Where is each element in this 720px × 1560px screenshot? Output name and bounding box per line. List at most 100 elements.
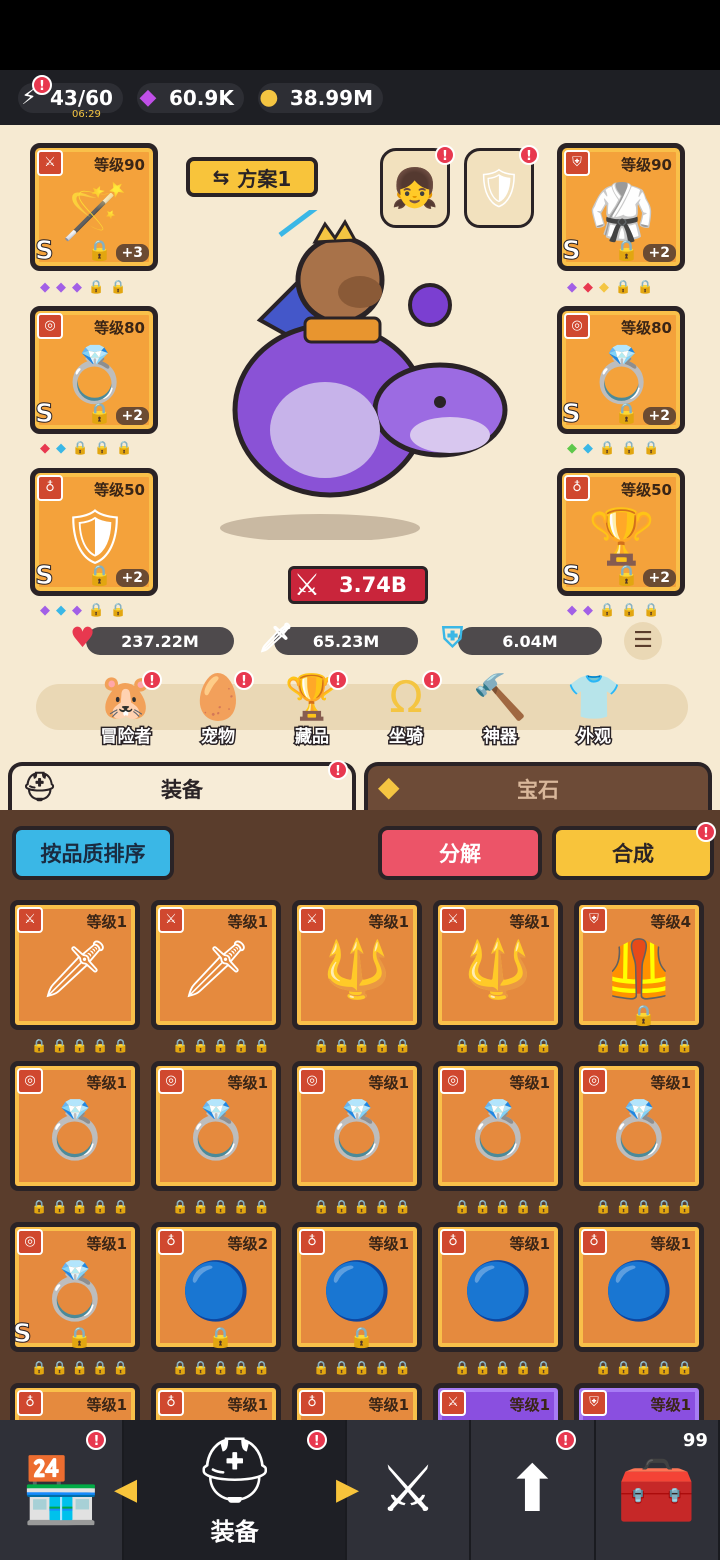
inventory-item[interactable]: ◎ 等级1 💍 🔒 🔒 🔒 🔒 🔒: [10, 1061, 140, 1215]
notification-badge-icon: !: [696, 822, 716, 842]
inventory-item[interactable]: ◎ 等级1 💍 🔒 🔒 🔒 🔒 🔒: [292, 1061, 422, 1215]
nav-battle[interactable]: ⚔: [347, 1420, 472, 1560]
chevron-right-icon[interactable]: ▶: [336, 1472, 360, 1508]
inventory-item[interactable]: ⚔ 等级1 🔱 🔒 🔒 🔒 🔒 🔒: [292, 900, 422, 1054]
plan-selector-button[interactable]: ⇆ 方案1: [186, 157, 318, 197]
gem-sockets: 🔒 🔒 🔒 🔒 🔒: [313, 1361, 411, 1376]
nav-chest[interactable]: 🧰 99: [596, 1420, 720, 1560]
tab-gems[interactable]: ◆ 宝石: [364, 762, 712, 812]
chest-count: 99: [682, 1430, 708, 1451]
armor-category-icon: ⛨: [564, 150, 590, 176]
feature-adventurer[interactable]: 🐹 冒险者 !: [88, 668, 164, 749]
armor-icon: 🦺: [604, 937, 674, 1002]
feature-mount[interactable]: Ω 坐骑 !: [368, 668, 444, 749]
feature-appearance[interactable]: 👕 外观: [556, 668, 632, 749]
inventory-item[interactable]: ⛨ 等级1: [574, 1383, 704, 1420]
tab-label: 装备: [161, 778, 203, 802]
inventory-grid: ⚔ 等级1 🗡 🔒 🔒 🔒 🔒 🔒 ⚔ 等级1 🗡 🔒 🔒 🔒 🔒 🔒 ⚔ 等级1 🔱 🔒 🔒 🔒 🔒…: [10, 900, 710, 1420]
equip-slot-armor[interactable]: ⛨ 等级90 🥋 S 🔒 +2: [557, 143, 685, 271]
equip-slot-ring-2[interactable]: ◎ 等级80 💍 S 🔒 +2: [557, 306, 685, 434]
gem-sockets: 🔒 🔒 🔒 🔒 🔒: [313, 1039, 411, 1054]
slot-level: 等级90: [621, 156, 672, 174]
treasure-chest-icon: 🧰: [616, 1453, 697, 1528]
chevron-left-icon[interactable]: ◀: [114, 1472, 138, 1508]
equip-slot-weapon[interactable]: ⚔ 等级90 🪄 S 🔒 +3: [30, 143, 158, 271]
inventory-item[interactable]: ♁ 等级1: [292, 1383, 422, 1420]
nav-shop[interactable]: 🏪 !: [0, 1420, 125, 1560]
feature-artifact[interactable]: 🔨 神器: [462, 668, 538, 749]
helmet-icon: ⛑: [22, 770, 58, 803]
status-bar: [0, 0, 720, 70]
inventory-item[interactable]: ⚔ 等级1 🗡 🔒 🔒 🔒 🔒 🔒: [151, 900, 281, 1054]
gem-sockets: 🔒 🔒 🔒 🔒 🔒: [595, 1039, 693, 1054]
slot-enhance: +3: [115, 244, 149, 262]
girl-portrait-icon: 👧: [391, 165, 439, 210]
decompose-button[interactable]: 分解: [378, 826, 542, 880]
swap-arrows-icon: ⇆: [212, 165, 230, 189]
energy-resource[interactable]: ⚡ 43/60 06:29 !: [18, 74, 123, 120]
upgrade-arrow-icon: ⬆: [505, 1453, 560, 1527]
lock-icon: 🔒: [87, 563, 112, 587]
knight-helmet-icon: 🛡: [474, 165, 524, 210]
feature-pet[interactable]: 🥚 宠物 !: [180, 668, 256, 749]
lock-icon: 🔒: [631, 1003, 656, 1027]
ring-icon: 💍: [322, 1098, 392, 1163]
merge-button[interactable]: 合成 !: [552, 822, 716, 880]
nav-equipment[interactable]: ⛑ 装备 !: [124, 1420, 347, 1560]
slot-enhance: +2: [115, 407, 149, 425]
gem-sockets: 🔒 🔒 🔒 🔒 🔒: [172, 1200, 270, 1215]
feature-label: 坐骑: [388, 726, 425, 749]
inventory-item[interactable]: ⚔ 等级1 🔱 🔒 🔒 🔒 🔒 🔒: [433, 900, 563, 1054]
inventory-item[interactable]: ♁ 等级1: [151, 1383, 281, 1420]
notification-badge-icon: !: [328, 760, 348, 780]
slot-grade: S: [35, 399, 55, 430]
stat-details-button[interactable]: ☰: [624, 622, 662, 660]
inventory-item[interactable]: ⚔ 等级1: [433, 1383, 563, 1420]
inventory-item[interactable]: ⚔ 等级1 🗡 🔒 🔒 🔒 🔒 🔒: [10, 900, 140, 1054]
inventory-item[interactable]: ♁ 等级1 🔵 🔒 🔒 🔒 🔒 🔒: [433, 1222, 563, 1376]
sort-by-quality-button[interactable]: 按品质排序: [12, 826, 174, 880]
inventory-item[interactable]: ⛨ 等级4 🦺 🔒 🔒 🔒 🔒 🔒 🔒: [574, 900, 704, 1054]
ring-icon: 💍: [604, 1098, 674, 1163]
inventory-item[interactable]: ♁ 等级1 🔵 🔒 🔒 🔒 🔒 🔒 🔒: [292, 1222, 422, 1376]
feature-collection[interactable]: 🏆 藏品 !: [274, 668, 350, 749]
gem-sockets: 🔒 🔒 🔒 🔒 🔒: [595, 1200, 693, 1215]
inventory-item[interactable]: ♁ 等级2 🔵 🔒 🔒 🔒 🔒 🔒 🔒: [151, 1222, 281, 1376]
tab-label: 宝石: [517, 778, 559, 802]
weapon-category-icon: ⚔: [37, 150, 63, 176]
notification-badge-icon: !: [435, 145, 455, 165]
equip-slot-amulet[interactable]: ♁ 等级50 🛡 S 🔒 +2: [30, 468, 158, 596]
gem-sockets: ◆ ◆ ◆ 🔒 🔒: [40, 280, 127, 295]
lock-icon: 🔒: [208, 1325, 233, 1349]
inventory-item[interactable]: ◎ 等级1 💍 🔒 🔒 🔒 🔒 🔒: [433, 1061, 563, 1215]
gem-sockets: 🔒 🔒 🔒 🔒 🔒: [172, 1361, 270, 1376]
equip-slot-ring[interactable]: ◎ 等级80 💍 S 🔒 +2: [30, 306, 158, 434]
armor-icon: [599, 1412, 679, 1420]
gem-value: 60.9K: [168, 85, 234, 110]
crossed-swords-icon: ⚔: [379, 1453, 437, 1527]
gold-resource[interactable]: ● 38.99M: [257, 82, 383, 113]
orb-amulet-icon: 🔵: [463, 1259, 533, 1324]
orb-amulet-icon: 🔵: [322, 1259, 392, 1324]
amulet-icon: [176, 1412, 256, 1420]
gem-resource[interactable]: ◆ 60.9K: [136, 82, 244, 113]
inventory-item[interactable]: ◎ 等级1 💍 🔒 🔒 🔒 🔒 🔒: [574, 1061, 704, 1215]
inventory-item[interactable]: ♁ 等级1 🔵 🔒 🔒 🔒 🔒 🔒: [574, 1222, 704, 1376]
attack-value: 65.23M: [312, 631, 380, 651]
inventory-item[interactable]: ◎ 等级1 💍 🔒 🔒 🔒 🔒 🔒: [151, 1061, 281, 1215]
item-grade: S: [13, 1319, 33, 1350]
inventory-item[interactable]: ♁ 等级1: [10, 1383, 140, 1420]
combat-power-value: 3.74B: [339, 573, 407, 597]
slot-grade: S: [562, 399, 582, 430]
tab-equipment[interactable]: ⛑ 装备 !: [8, 760, 356, 812]
gem-sockets: 🔒 🔒 🔒 🔒 🔒: [454, 1361, 552, 1376]
helmet-icon: ⛑: [193, 1434, 276, 1508]
hero-on-dragon-mount[interactable]: [200, 210, 530, 540]
amulet-icon: [35, 1412, 115, 1420]
inventory-item[interactable]: ◎ 等级1 💍 S 🔒 🔒 🔒 🔒 🔒 🔒: [10, 1222, 140, 1376]
equip-slot-chalice[interactable]: ♁ 等级50 🏆 S 🔒 +2: [557, 468, 685, 596]
nav-upgrade[interactable]: ⬆ !: [471, 1420, 596, 1560]
lock-icon: 🔒: [87, 238, 112, 262]
gem-sockets: 🔒 🔒 🔒 🔒 🔒: [313, 1200, 411, 1215]
notification-badge-icon: !: [142, 670, 162, 690]
